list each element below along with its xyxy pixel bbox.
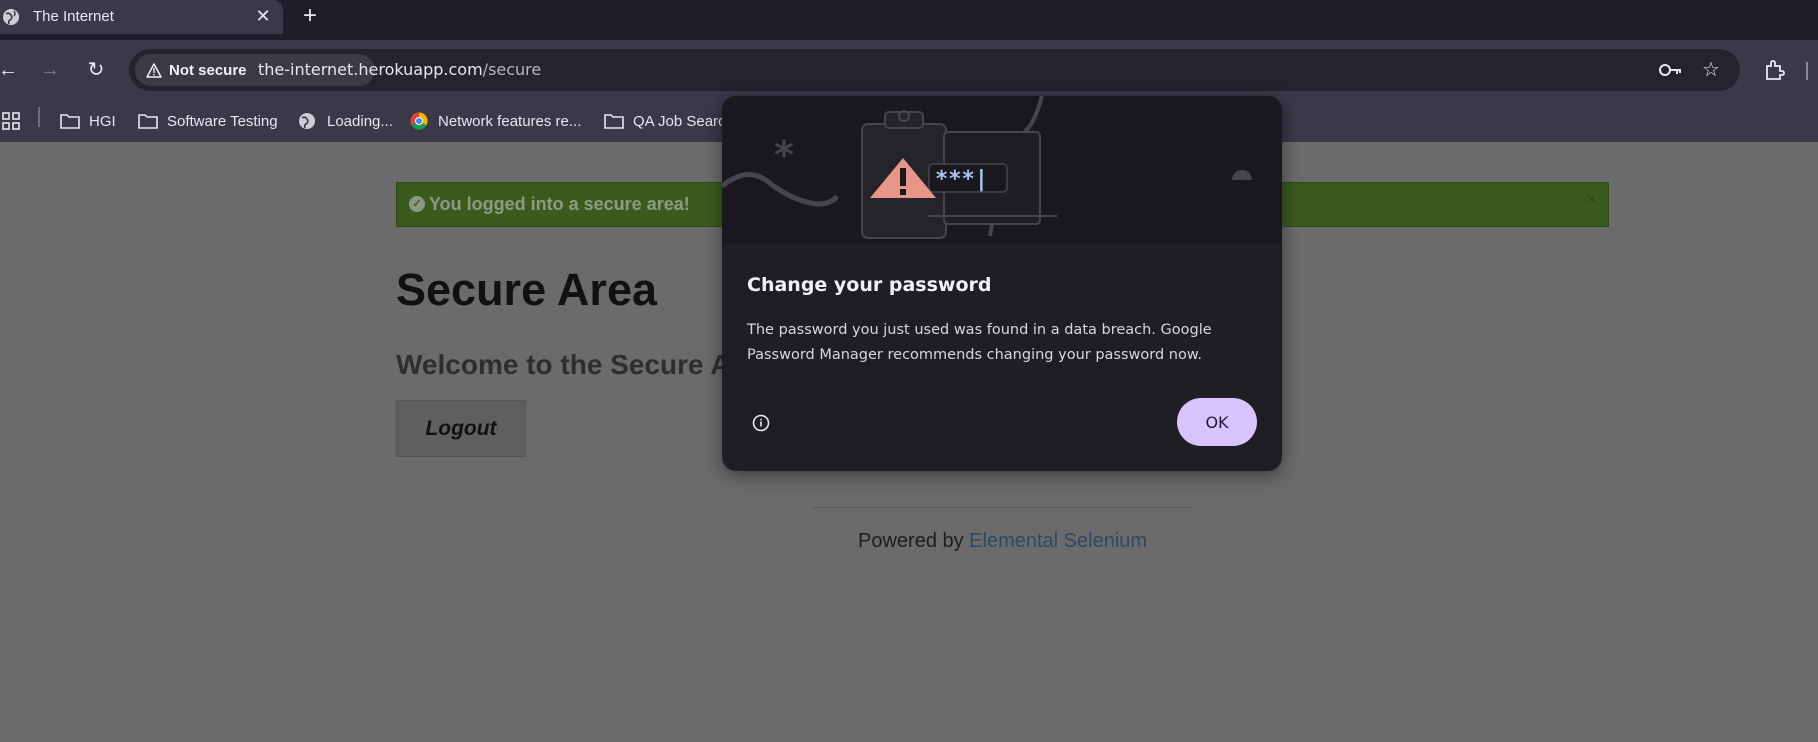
address-bar[interactable]: Not secure the-internet.herokuapp.com/se…: [129, 49, 1740, 91]
chrome-icon: [410, 112, 428, 130]
password-breach-illustration: * ***|: [722, 96, 1282, 244]
reload-icon[interactable]: ↻: [84, 58, 108, 82]
warning-icon: [146, 63, 162, 78]
extensions-icon[interactable]: [1763, 58, 1787, 82]
url-text[interactable]: the-internet.herokuapp.com/secure: [258, 60, 541, 79]
logout-button[interactable]: Logout: [396, 400, 526, 457]
forward-icon[interactable]: →: [38, 58, 62, 82]
security-label: Not secure: [169, 62, 247, 79]
bookmark-network-features[interactable]: Network features re...: [409, 108, 581, 134]
svg-text:*: *: [774, 133, 794, 177]
ok-button[interactable]: OK: [1177, 398, 1257, 446]
back-icon[interactable]: ←: [0, 58, 20, 82]
browser-toolbar: ← → ↻ Not secure the-internet.herokuapp.…: [0, 40, 1818, 100]
footer-divider: [812, 507, 1192, 508]
close-tab-icon[interactable]: ✕: [253, 6, 273, 26]
dialog-title: Change your password: [747, 274, 992, 296]
page-footer: Powered by Elemental Selenium: [858, 530, 1147, 553]
bookmark-loading[interactable]: Loading...: [298, 108, 393, 134]
flash-close-icon[interactable]: ×: [1587, 191, 1596, 209]
url-path: /secure: [482, 60, 542, 79]
folder-icon: [604, 114, 624, 129]
bookmark-label: QA Job Searc: [633, 112, 726, 130]
tab-strip: The Internet ✕ +: [0, 0, 1818, 40]
ok-label: OK: [1205, 412, 1229, 432]
page-title: Secure Area: [396, 264, 657, 315]
check-circle-icon: ✓: [409, 196, 425, 212]
bookmarks-divider: [38, 107, 40, 127]
bookmark-star-icon[interactable]: ☆: [1698, 58, 1724, 82]
bookmark-label: Software Testing: [167, 112, 278, 130]
url-host: the-internet.herokuapp.com: [258, 60, 483, 79]
new-tab-button[interactable]: +: [298, 4, 322, 28]
tab-title: The Internet: [33, 8, 114, 25]
page-subtitle: Welcome to the Secure A: [396, 349, 731, 380]
globe-icon: [3, 9, 19, 25]
bookmark-label: Network features re...: [438, 112, 582, 130]
bookmark-hgi[interactable]: HGI: [60, 108, 116, 134]
folder-icon: [138, 114, 158, 129]
bookmark-software-testing[interactable]: Software Testing: [138, 108, 278, 134]
flash-message-text: You logged into a secure area!: [429, 194, 690, 214]
password-key-icon[interactable]: [1657, 58, 1683, 82]
bookmark-qa-job-search[interactable]: QA Job Searc: [604, 108, 726, 134]
elemental-selenium-link[interactable]: Elemental Selenium: [969, 530, 1147, 552]
logout-label: Logout: [425, 416, 497, 440]
masked-password-text: ***|: [935, 167, 988, 192]
change-password-dialog: * ***| Change your password The password…: [722, 96, 1282, 471]
dialog-message: The password you just used was found in …: [747, 322, 1212, 363]
info-icon[interactable]: [752, 414, 770, 432]
apps-grid-icon[interactable]: [2, 112, 20, 130]
toolbar-divider: [1806, 62, 1808, 80]
browser-tab[interactable]: The Internet ✕: [0, 0, 283, 34]
globe-icon: [299, 113, 315, 129]
footer-prefix: Powered by: [858, 530, 970, 552]
bookmark-label: HGI: [89, 112, 116, 130]
bookmark-label: Loading...: [327, 112, 393, 130]
folder-icon: [60, 114, 80, 129]
